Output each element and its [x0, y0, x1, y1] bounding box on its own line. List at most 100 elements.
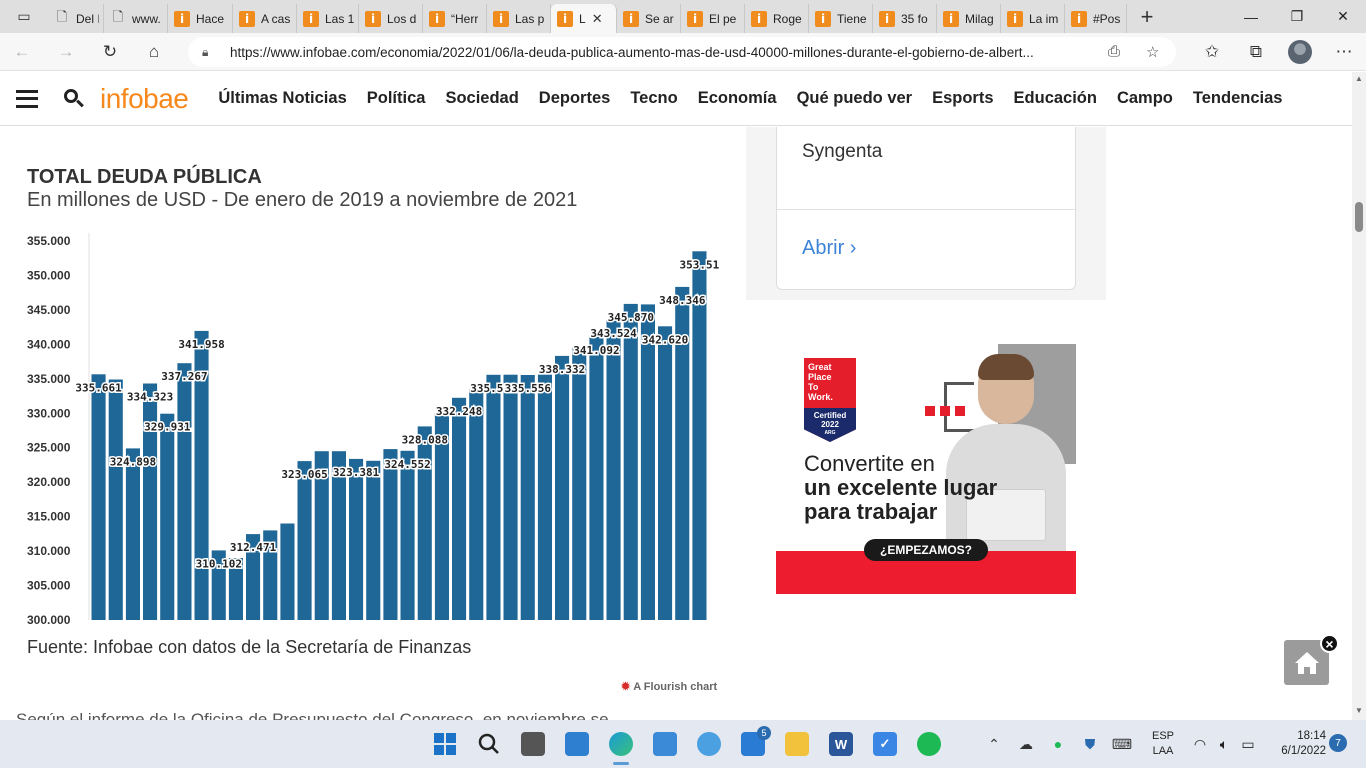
- open-link[interactable]: Abrir ›: [802, 237, 856, 260]
- chart-bar[interactable]: [640, 304, 655, 620]
- chart-bar[interactable]: [280, 523, 295, 621]
- nav-item[interactable]: Tecno: [630, 89, 677, 108]
- notification-badge[interactable]: 7: [1329, 734, 1347, 752]
- show-hidden-icons-icon[interactable]: ⌃: [978, 736, 1010, 753]
- browser-tab[interactable]: i Las 1: [297, 4, 359, 33]
- file-explorer-icon[interactable]: [775, 720, 819, 768]
- page-scrollbar[interactable]: ▲ ▼: [1352, 72, 1366, 720]
- browser-tab[interactable]: i A cas: [233, 4, 297, 33]
- back-icon[interactable]: ←: [0, 33, 44, 71]
- chart-bar[interactable]: [417, 426, 432, 620]
- scrollbar-thumb[interactable]: [1355, 202, 1363, 232]
- home-icon[interactable]: ⌂: [132, 33, 176, 71]
- read-aloud-icon[interactable]: ⎙: [1108, 43, 1120, 60]
- browser-tab[interactable]: i L ✕: [551, 4, 617, 33]
- nav-item[interactable]: Últimas Noticias: [218, 89, 346, 108]
- clock[interactable]: 18:14 6/1/2022: [1268, 729, 1326, 759]
- add-favorite-icon[interactable]: ☆: [1146, 43, 1159, 61]
- url-text[interactable]: https://www.infobae.com/economia/2022/01…: [230, 45, 1090, 60]
- mail-icon[interactable]: 5: [731, 720, 775, 768]
- chart-bar[interactable]: [383, 449, 398, 620]
- close-tab-icon[interactable]: ✕: [592, 11, 603, 27]
- browser-tab[interactable]: i Se ar: [617, 4, 681, 33]
- chart-bar[interactable]: [160, 413, 175, 620]
- onedrive-icon[interactable]: ☁: [1010, 736, 1042, 753]
- flourish-credit[interactable]: ✹ A Flourish chart: [621, 680, 717, 693]
- chart-bar[interactable]: [503, 374, 518, 620]
- browser-tab[interactable]: 🗋 www.: [104, 4, 168, 33]
- spotify-tray-icon[interactable]: ●: [1042, 736, 1074, 752]
- browser-tab[interactable]: i Roge: [745, 4, 809, 33]
- scroll-up-icon[interactable]: ▲: [1352, 74, 1366, 86]
- chart-bar[interactable]: [572, 347, 587, 620]
- notepad-icon[interactable]: [643, 720, 687, 768]
- nav-item[interactable]: Sociedad: [445, 89, 518, 108]
- restore-icon[interactable]: ❐: [1274, 0, 1320, 33]
- lock-icon[interactable]: 🔒︎: [202, 45, 220, 60]
- browser-tab[interactable]: i “Herr: [423, 4, 487, 33]
- chart-bar[interactable]: [400, 450, 415, 620]
- widgets-icon[interactable]: [555, 720, 599, 768]
- ad-cta-button[interactable]: ¿EMPEZAMOS?: [864, 539, 988, 561]
- chart-bar[interactable]: [623, 303, 638, 620]
- profile-avatar[interactable]: [1278, 33, 1322, 71]
- minimize-icon[interactable]: —: [1228, 0, 1274, 33]
- chart-bar[interactable]: [349, 458, 364, 620]
- nav-item[interactable]: Política: [367, 89, 426, 108]
- chart-bar[interactable]: [469, 389, 484, 620]
- browser-tab[interactable]: i 35 fo: [873, 4, 937, 33]
- browser-tab[interactable]: i #Pos: [1065, 4, 1127, 33]
- chart-bar[interactable]: [108, 379, 123, 621]
- chart-bar[interactable]: [452, 397, 467, 620]
- browser-tab[interactable]: i Hace: [168, 4, 233, 33]
- chart-bar[interactable]: [486, 374, 501, 620]
- more-menu-icon[interactable]: ⋯: [1322, 33, 1366, 71]
- chart-bar[interactable]: [658, 326, 673, 620]
- chart-bar[interactable]: [91, 374, 106, 620]
- browser-tab[interactable]: 🗋 Del Ir: [48, 4, 104, 33]
- chart-bar[interactable]: [297, 461, 312, 620]
- chart-bar[interactable]: [177, 363, 192, 620]
- favorites-icon[interactable]: ✩: [1190, 33, 1234, 71]
- browser-tab[interactable]: i Tiene: [809, 4, 873, 33]
- search-taskbar-icon[interactable]: [467, 720, 511, 768]
- chart-bar[interactable]: [555, 355, 570, 620]
- chart-bar[interactable]: [520, 375, 535, 620]
- refresh-icon[interactable]: ↻: [88, 33, 132, 71]
- spotify-icon[interactable]: [907, 720, 951, 768]
- task-view-icon[interactable]: [511, 720, 555, 768]
- browser-tab[interactable]: i La im: [1001, 4, 1065, 33]
- collections-icon[interactable]: ⧉: [1234, 33, 1278, 71]
- edge-icon[interactable]: [599, 720, 643, 768]
- site-logo[interactable]: infobae: [100, 83, 189, 115]
- chart-bar[interactable]: [125, 448, 140, 620]
- chart-bar[interactable]: [537, 374, 552, 620]
- nav-item[interactable]: Educación: [1014, 89, 1097, 108]
- forward-icon[interactable]: →: [44, 33, 88, 71]
- close-window-icon[interactable]: ✕: [1320, 0, 1366, 33]
- nav-item[interactable]: Deportes: [539, 89, 611, 108]
- word-icon[interactable]: W: [819, 720, 863, 768]
- chart-bar[interactable]: [589, 336, 604, 620]
- nav-item[interactable]: Campo: [1117, 89, 1173, 108]
- todo-icon[interactable]: ✓: [863, 720, 907, 768]
- browser-tab[interactable]: i Las p: [487, 4, 551, 33]
- advertisement[interactable]: Great Place To Work. Certified 2022 ARG …: [776, 344, 1076, 594]
- scroll-down-icon[interactable]: ▼: [1352, 706, 1366, 718]
- search-icon[interactable]: [64, 88, 84, 109]
- new-tab-button[interactable]: +: [1127, 0, 1167, 33]
- address-bar[interactable]: 🔒︎ https://www.infobae.com/economia/2022…: [188, 37, 1176, 67]
- keyboard-icon[interactable]: ⌨: [1106, 736, 1138, 753]
- nav-item[interactable]: Qué puedo ver: [797, 89, 913, 108]
- chart-bar[interactable]: [606, 320, 621, 620]
- chart-bar[interactable]: [366, 460, 381, 620]
- browser-tab[interactable]: i Milag: [937, 4, 1001, 33]
- close-home-button-icon[interactable]: ×: [1320, 634, 1339, 653]
- browser-tab[interactable]: i El pe: [681, 4, 745, 33]
- hamburger-menu-icon[interactable]: [16, 89, 38, 108]
- browser-tab[interactable]: i Los d: [359, 4, 423, 33]
- nav-item[interactable]: Tendencias: [1193, 89, 1283, 108]
- nav-item[interactable]: Economía: [698, 89, 777, 108]
- quick-settings[interactable]: ◠ 🔈︎ ▭: [1188, 720, 1260, 768]
- maps-icon[interactable]: [687, 720, 731, 768]
